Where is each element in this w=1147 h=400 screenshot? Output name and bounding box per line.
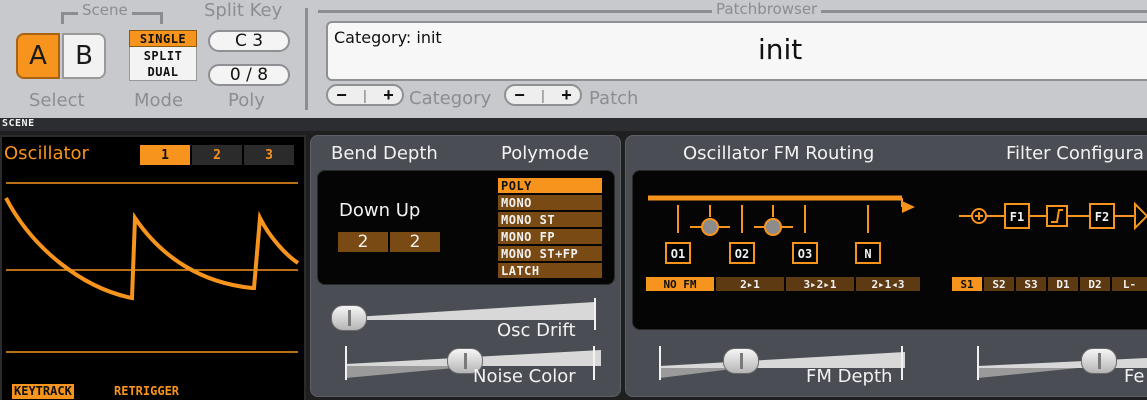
filter-config-s3-tab[interactable]: S3 [1016,277,1046,291]
patch-stepper[interactable]: − | + [504,84,582,106]
patch-prev-button[interactable]: − [514,85,525,106]
filter-2-label: F2 [1095,210,1109,224]
category-label: Category [409,88,492,109]
feedback-label: Fe [1124,366,1145,387]
patch-name: init [758,33,803,66]
patch-next-button[interactable]: + [561,85,572,106]
polymode-latch-option[interactable]: LATCH [498,263,602,278]
fm-depth-slider-handle[interactable] [723,348,759,374]
osc-tab-1[interactable]: 1 [140,145,190,165]
filter-config-d2-tab[interactable]: D2 [1080,277,1110,291]
bend-down-value[interactable]: 2 [338,232,388,252]
category-text: Category: init [334,28,442,47]
mode-single-option[interactable]: SINGLE [129,30,197,47]
filter-config-diagram: F1 F2 [959,201,1147,231]
down-up-label: Down Up [339,200,421,221]
polymode-mono-st-option[interactable]: MONO ST [498,212,602,227]
patch-label: Patch [589,88,639,109]
polymode-mono-st-fp-option[interactable]: MONO ST+FP [498,246,602,261]
filter-1-label: F1 [1010,210,1024,224]
select-label: Select [29,90,85,111]
polymode-title: Polymode [501,143,589,164]
osc-drift-slider-handle[interactable] [331,305,367,331]
fm-osc-3-label: O3 [798,247,812,261]
filter-config-d1-tab[interactable]: D1 [1048,277,1078,291]
fm-routing-diagram: O1 O2 O3 N [648,195,915,264]
mode-split-option[interactable]: SPLIT [129,47,197,64]
fm-route-2-1-tab[interactable]: 2▸1 [716,277,784,291]
polymode-mono-fp-option[interactable]: MONO FP [498,229,602,244]
stepper-divider: | [541,87,545,103]
category-next-button[interactable]: + [383,85,394,106]
osc-tab-2[interactable]: 2 [192,145,242,165]
feedback-slider-track[interactable] [968,344,1147,384]
top-header: Scene A B Select SINGLE SPLIT DUAL Mode … [0,0,1147,118]
fm-route-3-2-1-tab[interactable]: 3▸2▸1 [786,277,854,291]
oscillator-waveform-display [4,182,300,353]
fm-depth-label: FM Depth [806,366,893,387]
scene-title: Scene [78,1,132,19]
split-key-title: Split Key [204,0,283,21]
filter-config-l-tab[interactable]: L- [1112,277,1147,291]
fm-route-2-1-3-tab[interactable]: 2▸1◂3 [856,277,920,291]
polymode-mono-option[interactable]: MONO [498,195,602,210]
polymode-poly-option[interactable]: POLY [498,178,602,193]
keytrack-toggle[interactable]: KEYTRACK [12,384,74,399]
fm-routing-title: Oscillator FM Routing [683,143,875,164]
fm-route-no-fm-tab[interactable]: NO FM [646,277,714,291]
patch-display[interactable]: Category: init init [326,21,1147,81]
osc-drift-label: Osc Drift [497,320,576,341]
poly-label: Poly [228,90,265,111]
scene-a-button[interactable]: A [16,33,60,79]
saw-waveform [4,197,300,301]
poly-count-field[interactable]: 0 / 8 [208,64,290,86]
split-key-field[interactable]: C 3 [208,30,290,52]
filter-config-s1-tab[interactable]: S1 [952,277,982,291]
fm-noise-label: N [864,247,871,261]
fm-osc-2-label: O2 [735,247,749,261]
oscillator-title: Oscillator [4,143,89,164]
bend-depth-title: Bend Depth [331,143,438,164]
filter-config-s2-tab[interactable]: S2 [984,277,1014,291]
mode-label: Mode [134,90,184,111]
osc-tab-3[interactable]: 3 [244,145,294,165]
patchbrowser-title: Patchbrowser [712,0,822,18]
scene-b-button[interactable]: B [62,33,106,79]
header-divider [305,8,308,110]
stepper-divider: | [363,87,367,103]
fm-osc-1-label: O1 [671,247,685,261]
filter-config-title: Filter Configura [1006,143,1144,164]
scene-strip: SCENE [0,118,1147,131]
noise-color-label: Noise Color [473,366,576,387]
mode-dual-option[interactable]: DUAL [129,64,197,81]
feedback-slider-handle[interactable] [1081,348,1117,374]
bend-up-value[interactable]: 2 [390,232,440,252]
category-stepper[interactable]: − | + [326,84,404,106]
category-prev-button[interactable]: − [336,85,347,106]
scene-strip-label: SCENE [2,118,35,129]
retrigger-toggle[interactable]: RETRIGGER [114,384,179,399]
